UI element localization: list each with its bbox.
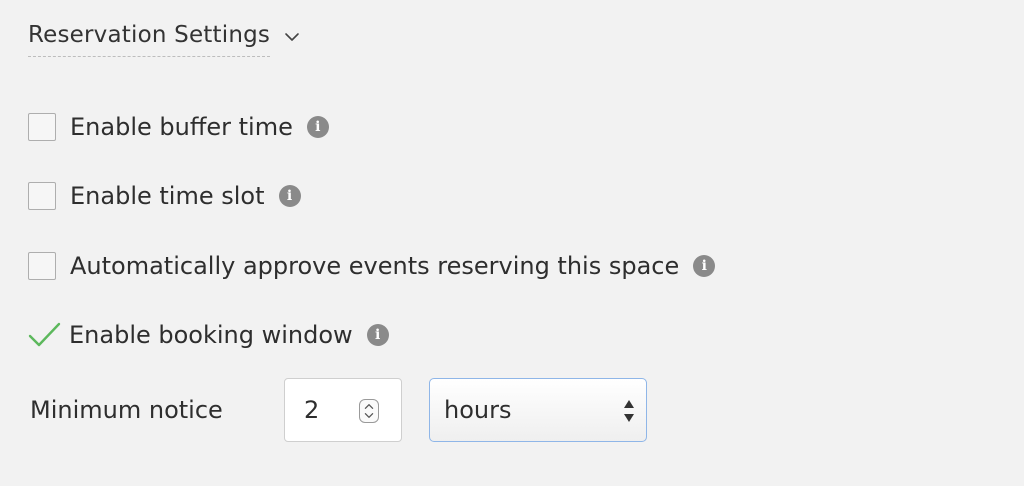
booking-window-label: Enable booking window <box>69 321 353 349</box>
select-arrows-icon <box>624 400 634 422</box>
minimum-notice-unit-select[interactable]: hours <box>429 378 647 442</box>
buffer-time-label: Enable buffer time <box>70 113 293 141</box>
info-icon[interactable]: i <box>278 185 301 207</box>
chevron-down-icon[interactable] <box>284 29 300 45</box>
info-icon[interactable]: i <box>306 116 329 138</box>
info-icon[interactable]: i <box>366 324 389 346</box>
option-buffer-time: Enable buffer time i <box>28 111 329 143</box>
info-icon[interactable]: i <box>693 255 716 277</box>
time-slot-label: Enable time slot <box>70 182 265 210</box>
minimum-notice-number-input[interactable]: 2 <box>284 378 402 442</box>
time-slot-checkbox[interactable] <box>28 182 56 210</box>
option-booking-window: Enable booking window i <box>28 319 389 351</box>
minimum-notice-row: Minimum notice 2 hours <box>30 378 647 442</box>
buffer-time-checkbox[interactable] <box>28 113 56 141</box>
minimum-notice-value: 2 <box>304 396 320 424</box>
auto-approve-checkbox[interactable] <box>28 252 56 280</box>
auto-approve-label: Automatically approve events reserving t… <box>70 252 680 280</box>
spinner-arrows-icon[interactable] <box>359 399 379 423</box>
reservation-settings-header[interactable]: Reservation Settings <box>28 22 300 57</box>
checkmark-icon[interactable] <box>27 321 61 349</box>
minimum-notice-unit-value: hours <box>444 396 512 424</box>
option-auto-approve: Automatically approve events reserving t… <box>28 250 716 282</box>
option-time-slot: Enable time slot i <box>28 180 301 212</box>
minimum-notice-label: Minimum notice <box>30 396 223 424</box>
section-title: Reservation Settings <box>28 22 271 57</box>
